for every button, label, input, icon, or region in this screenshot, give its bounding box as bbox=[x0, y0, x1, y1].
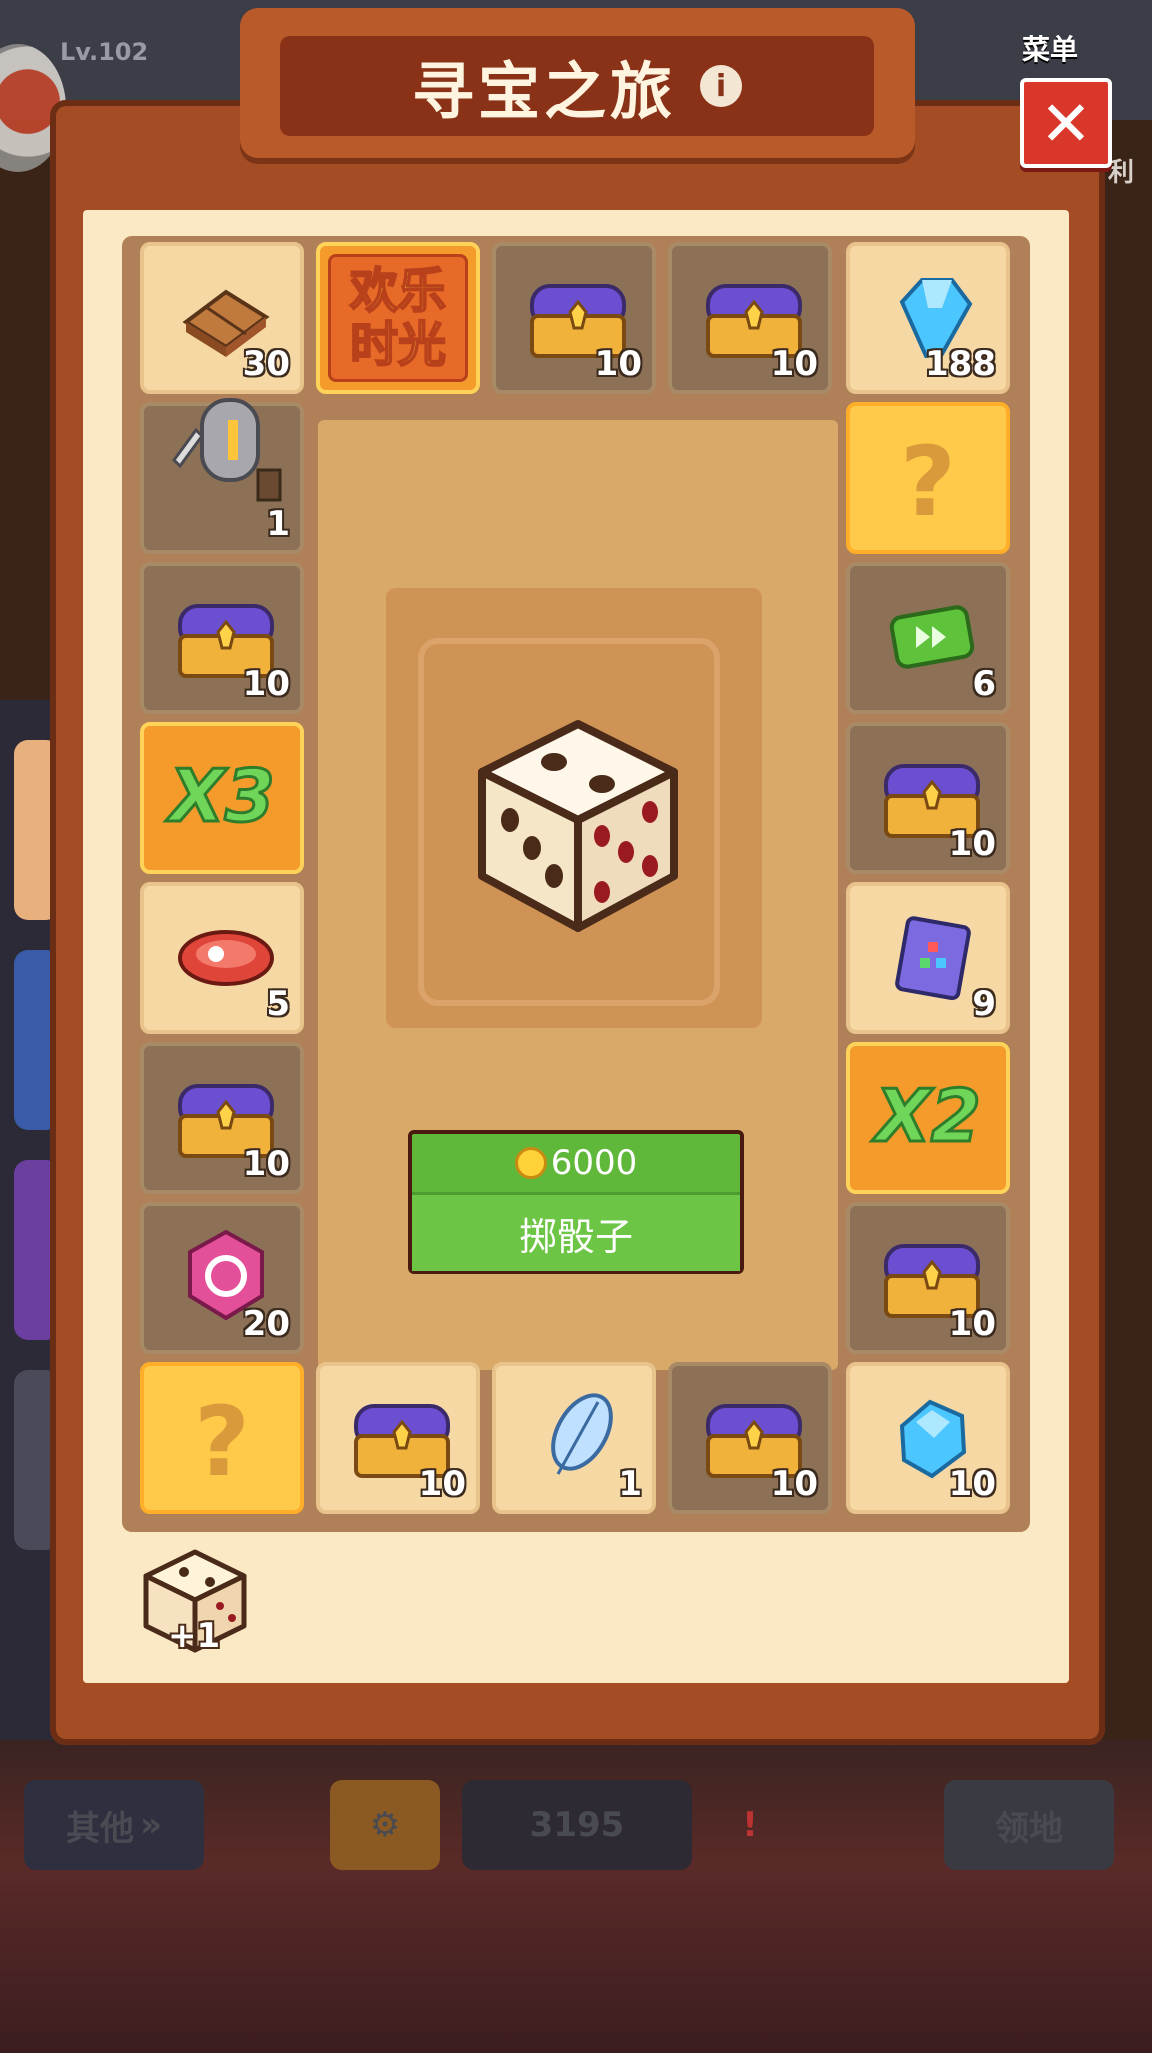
tile-quantity: 188 bbox=[925, 344, 996, 384]
roll-cost: 6000 bbox=[412, 1134, 740, 1192]
tile-quantity: 10 bbox=[418, 1464, 466, 1504]
gear-icon: ⚙ bbox=[369, 1805, 401, 1845]
roll-label: 掷骰子 bbox=[412, 1192, 740, 1271]
tile-chest: 10 bbox=[140, 562, 304, 714]
tile-fast-forward: 6 bbox=[846, 562, 1010, 714]
tile-quantity: 10 bbox=[948, 1304, 996, 1344]
settings-button[interactable]: ⚙ bbox=[330, 1780, 440, 1870]
tile-quantity: 10 bbox=[770, 1464, 818, 1504]
tile-happy-time: 欢乐 时光 bbox=[316, 242, 480, 394]
tile-quantity: 10 bbox=[594, 344, 642, 384]
info-icon[interactable]: i bbox=[700, 65, 742, 107]
multiplier-x3-text: X3 bbox=[168, 753, 277, 840]
bonus-dice-count: +1 bbox=[168, 1616, 221, 1656]
tile-quantity: 10 bbox=[242, 1144, 290, 1184]
claim-button[interactable]: 领地 bbox=[944, 1780, 1114, 1870]
tile-pink-token: 20 bbox=[140, 1202, 304, 1354]
dialog-title: 寻宝之旅 bbox=[411, 55, 676, 128]
tile-multiplier-x2: X2 bbox=[846, 1042, 1010, 1194]
tile-quantity: 10 bbox=[770, 344, 818, 384]
menu-button[interactable]: 菜单 bbox=[1022, 28, 1078, 68]
tile-quantity: 20 bbox=[242, 1304, 290, 1344]
tile-gem: 188 bbox=[846, 242, 1010, 394]
tile-chest: 10 bbox=[140, 1042, 304, 1194]
tile-chest: 10 bbox=[846, 1202, 1010, 1354]
roll-dice-button[interactable]: 6000 掷骰子 bbox=[408, 1130, 744, 1274]
tile-mystery: ? bbox=[140, 1362, 304, 1514]
double-chevron-icon: » bbox=[140, 1805, 162, 1845]
tile-knight: 1 bbox=[140, 398, 304, 554]
tile-quantity: 10 bbox=[242, 664, 290, 704]
happy-time-line2: 时光 bbox=[349, 317, 447, 373]
tile-meat: 5 bbox=[140, 882, 304, 1034]
tile-chest: 10 bbox=[668, 242, 832, 394]
counter-value: 3195 bbox=[529, 1805, 625, 1845]
other-label: 其他 bbox=[66, 1808, 135, 1849]
happy-time-badge: 欢乐 时光 bbox=[328, 254, 468, 382]
knight-icon bbox=[172, 398, 282, 502]
question-mark-icon: ? bbox=[900, 426, 956, 538]
tile-feather: 1 bbox=[492, 1362, 656, 1514]
tile-quantity: 6 bbox=[972, 664, 996, 704]
title-bar: 寻宝之旅 i bbox=[280, 36, 874, 136]
roll-cost-value: 6000 bbox=[550, 1143, 638, 1183]
question-mark-icon: ? bbox=[194, 1386, 250, 1498]
alert-icon: ! bbox=[742, 1805, 758, 1845]
tile-quantity: 5 bbox=[266, 984, 290, 1024]
coin-icon bbox=[514, 1147, 547, 1179]
alert-button[interactable]: ! bbox=[710, 1780, 790, 1870]
tile-quantity: 1 bbox=[618, 1464, 642, 1504]
claim-label: 领地 bbox=[995, 1808, 1063, 1849]
dice-icon[interactable] bbox=[470, 716, 686, 936]
tile-multiplier-x3: X3 bbox=[140, 722, 304, 874]
player-level: Lv.102 bbox=[60, 38, 149, 66]
multiplier-x2-text: X2 bbox=[874, 1073, 983, 1160]
close-button[interactable]: ✕ bbox=[1020, 78, 1112, 168]
tile-skill-book: 9 bbox=[846, 882, 1010, 1034]
tile-chest: 10 bbox=[316, 1362, 480, 1514]
tile-chest: 10 bbox=[846, 722, 1010, 874]
tile-mystery: ? bbox=[846, 402, 1010, 554]
tile-gem: 10 bbox=[846, 1362, 1010, 1514]
tile-quantity: 10 bbox=[948, 1464, 996, 1504]
happy-time-line1: 欢乐 bbox=[349, 263, 447, 319]
tile-chest: 10 bbox=[668, 1362, 832, 1514]
close-icon: ✕ bbox=[1040, 86, 1092, 160]
tile-quantity: 10 bbox=[948, 824, 996, 864]
other-button[interactable]: 其他 » bbox=[24, 1780, 204, 1870]
tile-quantity: 9 bbox=[972, 984, 996, 1024]
resource-counter: 3195 bbox=[462, 1780, 692, 1870]
tile-quantity: 1 bbox=[266, 504, 290, 544]
tile-chest: 10 bbox=[492, 242, 656, 394]
